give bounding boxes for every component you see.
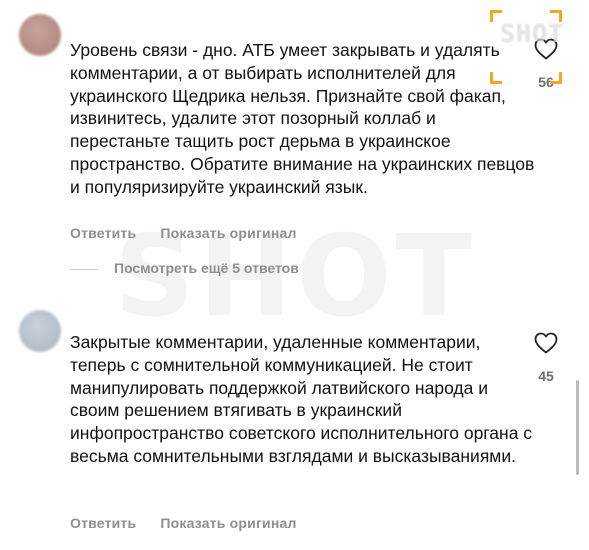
comment-text: Закрытые комментарии, удаленные коммента… <box>70 332 533 466</box>
comment-text: Уровень связи - дно. АТБ умеет закрывать… <box>70 40 535 197</box>
see-original-button[interactable]: Показать оригинал <box>160 515 296 531</box>
comment-actions: Ответить Показать оригинал <box>70 515 317 531</box>
view-replies-button[interactable]: Посмотреть ещё 5 ответов <box>70 260 299 276</box>
like-button[interactable]: 45 <box>531 332 561 384</box>
avatar[interactable] <box>19 310 61 352</box>
logo-text: SHOT <box>500 19 565 48</box>
reply-button[interactable]: Ответить <box>70 515 136 531</box>
replies-divider-line <box>70 268 98 270</box>
see-original-button[interactable]: Показать оригинал <box>160 225 296 241</box>
view-replies-label: Посмотреть ещё 5 ответов <box>114 260 299 276</box>
shot-logo: SHOT <box>490 10 565 84</box>
scrollbar[interactable] <box>576 380 579 475</box>
like-count: 45 <box>538 368 554 384</box>
avatar[interactable] <box>19 14 61 56</box>
comment-actions: Ответить Показать оригинал <box>70 225 317 241</box>
reply-button[interactable]: Ответить <box>70 225 136 241</box>
heart-outline-icon <box>534 332 558 354</box>
